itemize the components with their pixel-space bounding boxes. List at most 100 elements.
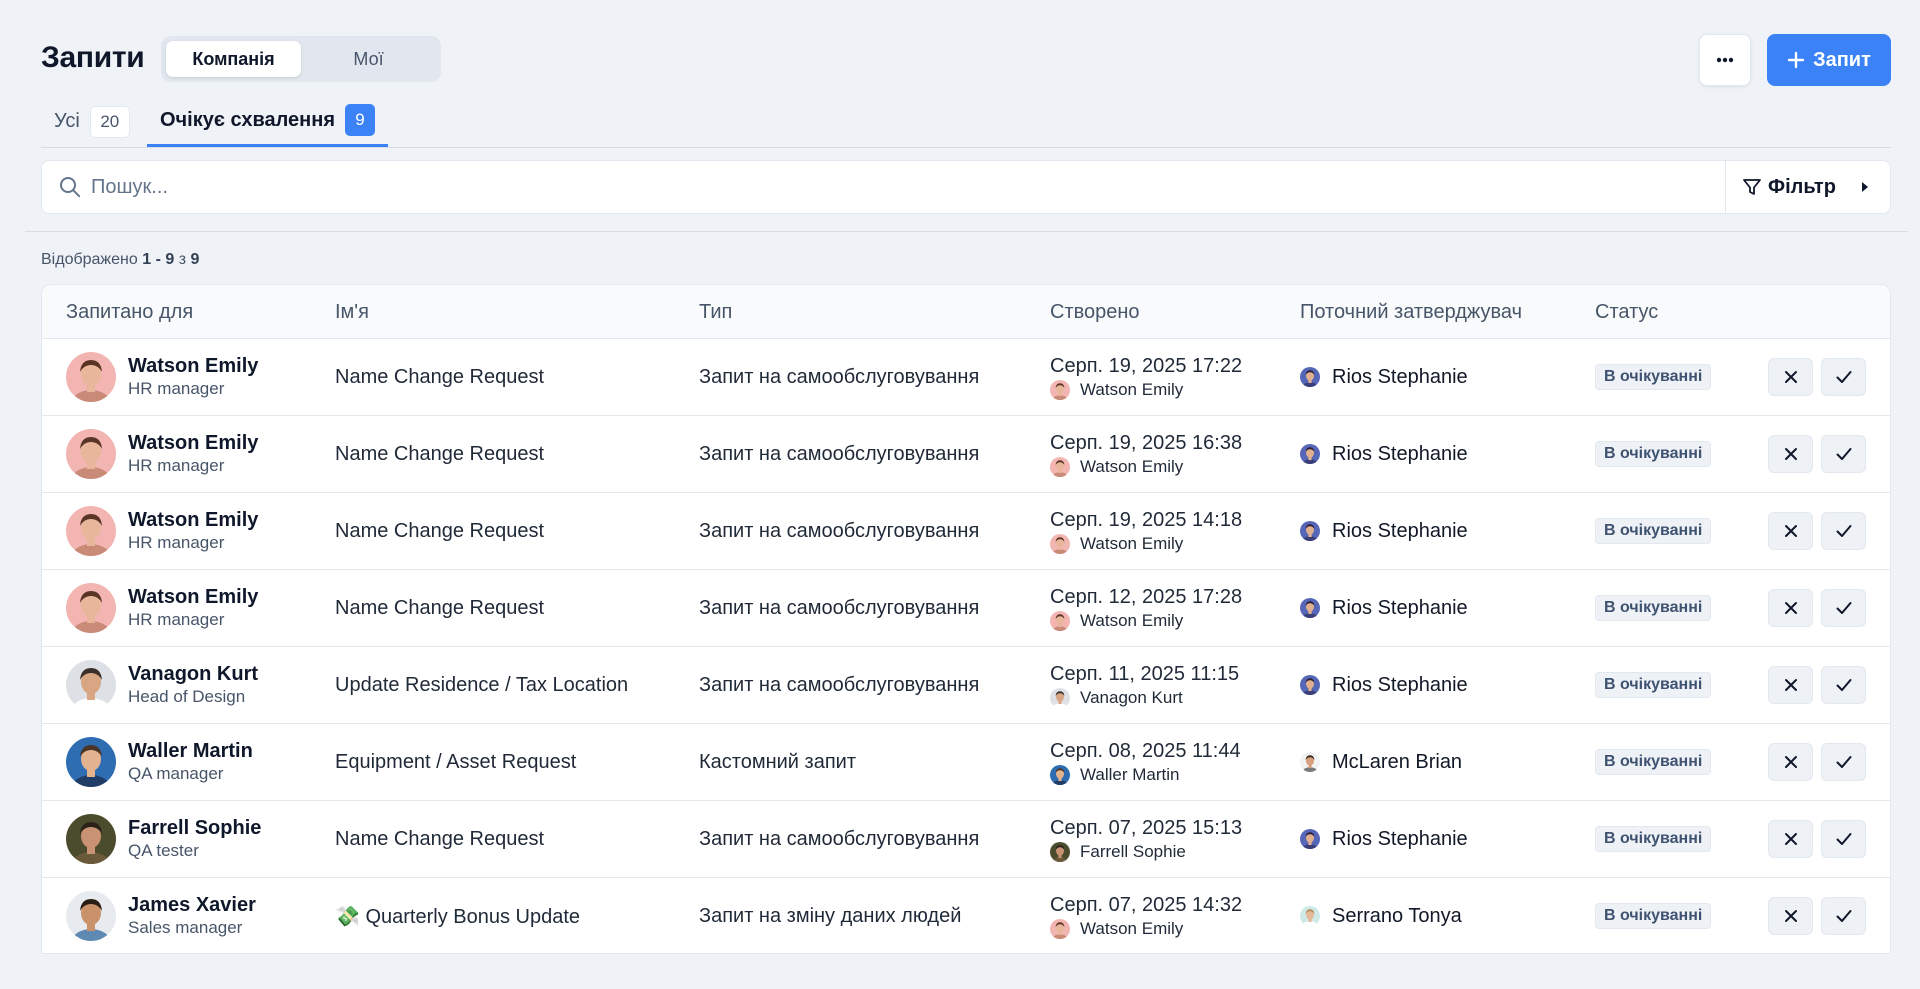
table-row[interactable]: Watson Emily HR manager Name Change Reques… <box>42 493 1890 570</box>
reject-button[interactable] <box>1768 820 1813 858</box>
person-name[interactable]: Vanagon Kurt <box>128 662 258 686</box>
approve-button[interactable] <box>1821 743 1866 781</box>
more-options-button[interactable] <box>1699 34 1751 86</box>
request-name[interactable]: 💸 Quarterly Bonus Update <box>335 878 580 953</box>
reject-button[interactable] <box>1768 512 1813 550</box>
table-row[interactable]: Vanagon Kurt Head of Design Update Residen… <box>42 647 1890 724</box>
approve-button[interactable] <box>1821 589 1866 627</box>
avatar <box>1050 610 1070 631</box>
tab-all[interactable]: Усі 20 <box>41 96 143 147</box>
table-row[interactable]: James Xavier Sales manager 💸 Quarterly Bon… <box>42 878 1890 953</box>
table-row[interactable]: Watson Emily HR manager Name Change Reques… <box>42 416 1890 493</box>
created-by-name: Waller Martin <box>1080 764 1180 784</box>
status-cell: В очікуванні <box>1595 801 1712 877</box>
reject-button[interactable] <box>1768 435 1813 473</box>
close-icon <box>1784 679 1797 691</box>
column-created[interactable]: Створено <box>1050 285 1140 339</box>
person-name[interactable]: Watson Emily <box>128 585 258 609</box>
person-name[interactable]: Watson Emily <box>128 354 258 378</box>
created-date: Серп. 07, 2025 15:13 <box>1050 816 1243 839</box>
scope-switch: Компанія Мої <box>161 36 441 82</box>
reject-button[interactable] <box>1768 589 1813 627</box>
status-cell: В очікуванні <box>1595 416 1712 492</box>
close-icon <box>1784 910 1797 922</box>
table-row[interactable]: Watson Emily HR manager Name Change Reques… <box>42 339 1890 416</box>
created-by: Watson Emily <box>1050 533 1242 555</box>
reject-button[interactable] <box>1768 743 1813 781</box>
approver-cell: Rios Stephanie <box>1300 647 1468 723</box>
avatar <box>66 814 116 864</box>
add-request-button[interactable]: Запит <box>1767 34 1891 86</box>
scope-tab-company[interactable]: Компанія <box>166 41 301 77</box>
approve-button[interactable] <box>1821 358 1866 396</box>
column-name[interactable]: Ім'я <box>335 285 369 339</box>
approve-button[interactable] <box>1821 897 1866 935</box>
status-badge: В очікуванні <box>1595 672 1712 698</box>
person-name[interactable]: Waller Martin <box>128 739 253 763</box>
status-badge: В очікуванні <box>1595 364 1712 390</box>
avatar <box>1300 675 1320 695</box>
filter-label: Фільтр <box>1768 175 1836 198</box>
reject-button[interactable] <box>1768 666 1813 704</box>
table-row[interactable]: Waller Martin QA manager Equipment / Asset… <box>42 724 1890 801</box>
person-name[interactable]: Watson Emily <box>128 508 258 532</box>
request-type: Запит на самообслуговування <box>699 519 980 542</box>
request-type: Запит на зміну даних людей <box>699 904 962 927</box>
approver-cell: Rios Stephanie <box>1300 493 1468 569</box>
person-name[interactable]: Watson Emily <box>128 431 258 455</box>
avatar <box>66 583 116 633</box>
requested-for-cell: Vanagon Kurt Head of Design <box>66 647 258 723</box>
tab-pending-approval[interactable]: Очікує схвалення 9 <box>147 96 388 147</box>
row-actions <box>1768 878 1866 953</box>
avatar <box>66 352 116 402</box>
approve-button[interactable] <box>1821 435 1866 473</box>
person-name[interactable]: Farrell Sophie <box>128 816 261 840</box>
add-request-label: Запит <box>1813 48 1871 71</box>
request-name[interactable]: Name Change Request <box>335 339 544 415</box>
avatar <box>1050 687 1070 708</box>
tab-pending-label: Очікує схвалення <box>160 108 335 131</box>
reject-button[interactable] <box>1768 358 1813 396</box>
tab-all-count: 20 <box>89 105 130 138</box>
request-name[interactable]: Name Change Request <box>335 416 544 492</box>
column-status[interactable]: Статус <box>1595 285 1658 339</box>
approve-button[interactable] <box>1821 512 1866 550</box>
request-name[interactable]: Name Change Request <box>335 570 544 646</box>
avatar <box>1050 456 1070 477</box>
table-body: Watson Emily HR manager Name Change Reques… <box>42 339 1890 953</box>
created-cell: Серп. 19, 2025 17:22 Watson Emily <box>1050 339 1242 415</box>
created-by-name: Watson Emily <box>1080 610 1184 630</box>
reject-button[interactable] <box>1768 897 1813 935</box>
avatar <box>1300 752 1320 772</box>
created-date: Серп. 19, 2025 14:18 <box>1050 508 1243 531</box>
column-requested-for[interactable]: Запитано для <box>66 285 193 339</box>
scope-tab-mine[interactable]: Мої <box>301 41 436 77</box>
approver-name: McLaren Brian <box>1332 750 1463 773</box>
approve-button[interactable] <box>1821 666 1866 704</box>
person-name[interactable]: James Xavier <box>128 893 256 917</box>
avatar <box>66 891 116 941</box>
column-current-approver[interactable]: Поточний затверджувач <box>1300 285 1522 339</box>
created-by-name: Vanagon Kurt <box>1080 687 1183 707</box>
created-by: Watson Emily <box>1050 610 1242 632</box>
check-icon <box>1836 525 1851 537</box>
avatar <box>1300 521 1320 541</box>
request-type: Кастомний запит <box>699 750 856 773</box>
person-role: HR manager <box>128 379 225 398</box>
created-cell: Серп. 19, 2025 16:38 Watson Emily <box>1050 416 1242 492</box>
created-by: Vanagon Kurt <box>1050 687 1239 709</box>
table-row[interactable]: Watson Emily HR manager Name Change Reques… <box>42 570 1890 647</box>
table-row[interactable]: Farrell Sophie QA tester Name Change Reque… <box>42 801 1890 878</box>
request-name[interactable]: Name Change Request <box>335 493 544 569</box>
search-input[interactable] <box>91 175 1725 199</box>
approve-button[interactable] <box>1821 820 1866 858</box>
check-icon <box>1836 371 1851 383</box>
request-name[interactable]: Update Residence / Tax Location <box>335 647 628 723</box>
approver-name: Rios Stephanie <box>1332 442 1468 465</box>
status-cell: В очікуванні <box>1595 493 1712 569</box>
request-name[interactable]: Equipment / Asset Request <box>335 724 576 800</box>
filter-button[interactable]: Фільтр <box>1725 161 1890 213</box>
requests-table: Запитано для Ім'я Тип Створено Поточний … <box>41 284 1891 954</box>
request-name[interactable]: Name Change Request <box>335 801 544 877</box>
column-type[interactable]: Тип <box>699 285 732 339</box>
